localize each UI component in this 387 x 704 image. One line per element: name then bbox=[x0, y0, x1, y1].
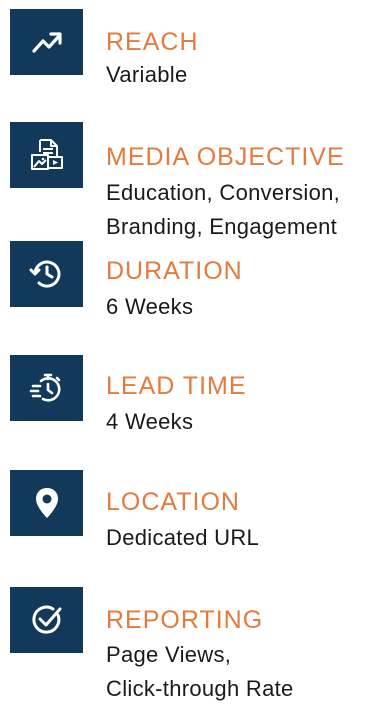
spec-label: LEAD TIME bbox=[106, 372, 247, 400]
trending-up-icon bbox=[10, 9, 83, 75]
spec-value: 4 Weeks bbox=[106, 409, 194, 434]
history-clock-icon bbox=[10, 241, 83, 307]
spec-label: REACH bbox=[106, 28, 199, 56]
spec-label: DURATION bbox=[106, 257, 243, 285]
media-specs-list: REACH Variable MEDIA OBJECTIVE Education… bbox=[0, 0, 387, 703]
location-pin-icon bbox=[10, 470, 83, 536]
spec-label: REPORTING bbox=[106, 606, 264, 634]
stopwatch-icon bbox=[10, 355, 83, 421]
check-circle-icon bbox=[10, 587, 83, 653]
spec-value: Dedicated URL bbox=[106, 525, 260, 550]
spec-value: Branding, Engagement bbox=[106, 214, 338, 239]
spec-value: Variable bbox=[106, 62, 188, 87]
spec-value: Click-through Rate bbox=[106, 676, 294, 701]
spec-value: Page Views, bbox=[106, 642, 232, 667]
spec-label: MEDIA OBJECTIVE bbox=[106, 143, 345, 171]
spec-value: 6 Weeks bbox=[106, 294, 194, 319]
spec-value: Education, Conversion, bbox=[106, 180, 341, 205]
spec-label: LOCATION bbox=[106, 488, 240, 516]
media-document-icon bbox=[10, 122, 83, 188]
